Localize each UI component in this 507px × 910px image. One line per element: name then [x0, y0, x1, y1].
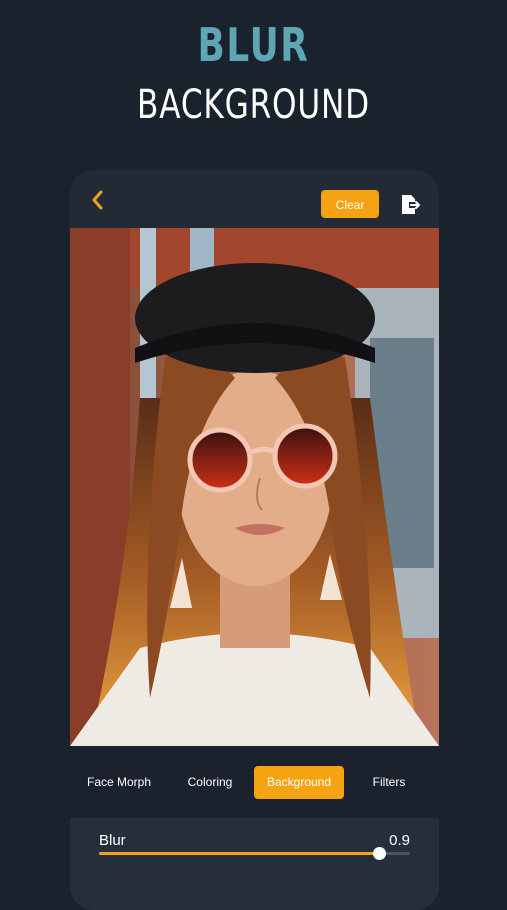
- chevron-left-icon: [92, 190, 103, 210]
- blur-slider-fill: [99, 852, 379, 855]
- portrait-photo: [70, 228, 439, 746]
- tab-coloring[interactable]: Coloring: [176, 766, 244, 799]
- blur-panel: Blur 0.9: [70, 818, 439, 910]
- clear-button[interactable]: Clear: [321, 190, 379, 218]
- tab-background[interactable]: Background: [254, 766, 344, 799]
- photo-canvas[interactable]: [70, 228, 439, 746]
- blur-slider-thumb[interactable]: [372, 847, 386, 860]
- blur-slider[interactable]: [99, 847, 410, 860]
- phone-frame: Clear Face Morph Coloring Background Fil…: [70, 170, 439, 910]
- promo-title-line1: BLUR: [197, 18, 310, 72]
- blur-label: Blur: [99, 832, 126, 849]
- export-document-icon: [402, 195, 420, 214]
- promo-title-line2: BACKGROUND: [137, 82, 370, 128]
- tab-face-morph[interactable]: Face Morph: [80, 766, 158, 799]
- back-button[interactable]: [90, 188, 112, 214]
- top-toolbar: Clear: [70, 170, 439, 228]
- blur-value: 0.9: [389, 832, 410, 849]
- tool-tabs: Face Morph Coloring Background Filters: [70, 746, 439, 818]
- export-button[interactable]: [400, 194, 420, 216]
- tab-filters[interactable]: Filters: [360, 766, 418, 799]
